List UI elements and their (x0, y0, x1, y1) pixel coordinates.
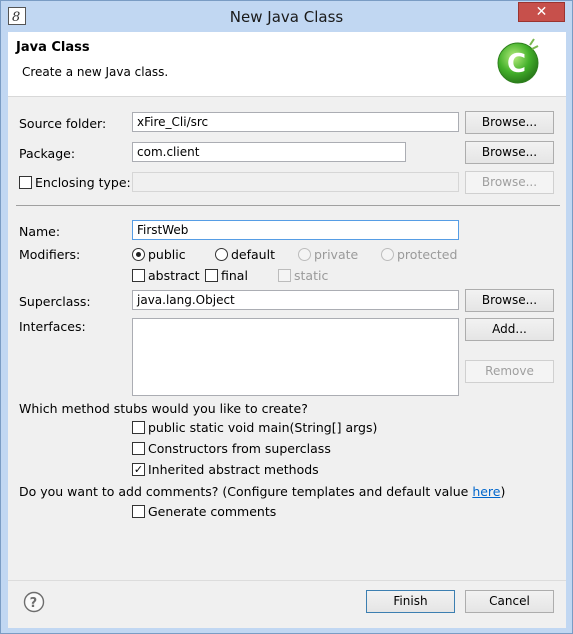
abstract-checkbox[interactable] (132, 269, 145, 282)
name-label: Name: (19, 224, 61, 239)
private-radio (298, 248, 311, 261)
wizard-banner: Java Class Create a new Java class. C (8, 32, 566, 97)
comments-question-end: ) (500, 484, 506, 499)
separator (16, 205, 560, 206)
wizard-content: Source folder: xFire_Cli/src Browse... P… (8, 97, 566, 580)
inherited-methods-label: Inherited abstract methods (148, 462, 319, 477)
banner-title: Java Class (16, 40, 90, 55)
finish-button[interactable]: Finish (366, 590, 455, 613)
protected-radio-label: protected (397, 247, 458, 262)
dialog-window: 8 New Java Class ✕ Java Class Create a n… (0, 0, 573, 634)
enclosing-type-checkbox[interactable] (19, 176, 32, 189)
public-radio-label: public (148, 247, 186, 262)
modifiers-label: Modifiers: (19, 247, 81, 262)
final-checkbox[interactable] (205, 269, 218, 282)
source-folder-field[interactable]: xFire_Cli/src (132, 112, 459, 132)
window-title: New Java Class (229, 8, 344, 26)
superclass-browse-button[interactable]: Browse... (465, 289, 554, 312)
source-folder-browse-button[interactable]: Browse... (465, 111, 554, 134)
package-field[interactable]: com.client (132, 142, 406, 162)
static-label: static (294, 268, 329, 283)
inherited-methods-checkbox[interactable]: ✓ (132, 463, 145, 476)
interfaces-remove-button: Remove (465, 360, 554, 383)
static-checkbox (278, 269, 291, 282)
svg-text:C: C (507, 49, 526, 79)
interfaces-add-button[interactable]: Add... (465, 318, 554, 341)
enclosing-type-browse-button: Browse... (465, 171, 554, 194)
main-method-label: public static void main(String[] args) (148, 420, 378, 435)
protected-radio (381, 248, 394, 261)
name-field[interactable]: FirstWeb (132, 220, 459, 240)
default-radio[interactable] (215, 248, 228, 261)
close-button[interactable]: ✕ (518, 2, 565, 22)
title-bar[interactable]: 8 New Java Class ✕ (1, 1, 572, 31)
templates-link[interactable]: here (472, 484, 500, 499)
final-label: final (221, 268, 248, 283)
public-radio[interactable] (132, 248, 145, 261)
cancel-button[interactable]: Cancel (465, 590, 554, 613)
main-method-checkbox[interactable] (132, 421, 145, 434)
private-radio-label: private (314, 247, 359, 262)
comments-question-text: Do you want to add comments? (Configure … (19, 484, 473, 499)
banner-description: Create a new Java class. (22, 65, 169, 79)
interfaces-label: Interfaces: (19, 319, 86, 334)
class-wizard-icon: C (497, 38, 539, 84)
constructors-checkbox[interactable] (132, 442, 145, 455)
constructors-label: Constructors from superclass (148, 441, 331, 456)
package-label: Package: (19, 146, 76, 161)
enclosing-type-field (132, 172, 459, 192)
default-radio-label: default (231, 247, 275, 262)
comments-question: Do you want to add comments? (Configure … (19, 484, 505, 499)
help-icon[interactable]: ? (23, 591, 45, 613)
package-browse-button[interactable]: Browse... (465, 141, 554, 164)
interfaces-list[interactable] (132, 318, 459, 396)
abstract-label: abstract (148, 268, 200, 283)
dialog-footer: ? Finish Cancel (8, 580, 566, 628)
stubs-question: Which method stubs would you like to cre… (19, 401, 308, 416)
generate-comments-label: Generate comments (148, 504, 277, 519)
source-folder-label: Source folder: (19, 116, 107, 131)
enclosing-type-label: Enclosing type: (35, 175, 131, 190)
generate-comments-checkbox[interactable] (132, 505, 145, 518)
superclass-field[interactable]: java.lang.Object (132, 290, 459, 310)
superclass-label: Superclass: (19, 294, 91, 309)
svg-text:?: ? (30, 596, 38, 611)
